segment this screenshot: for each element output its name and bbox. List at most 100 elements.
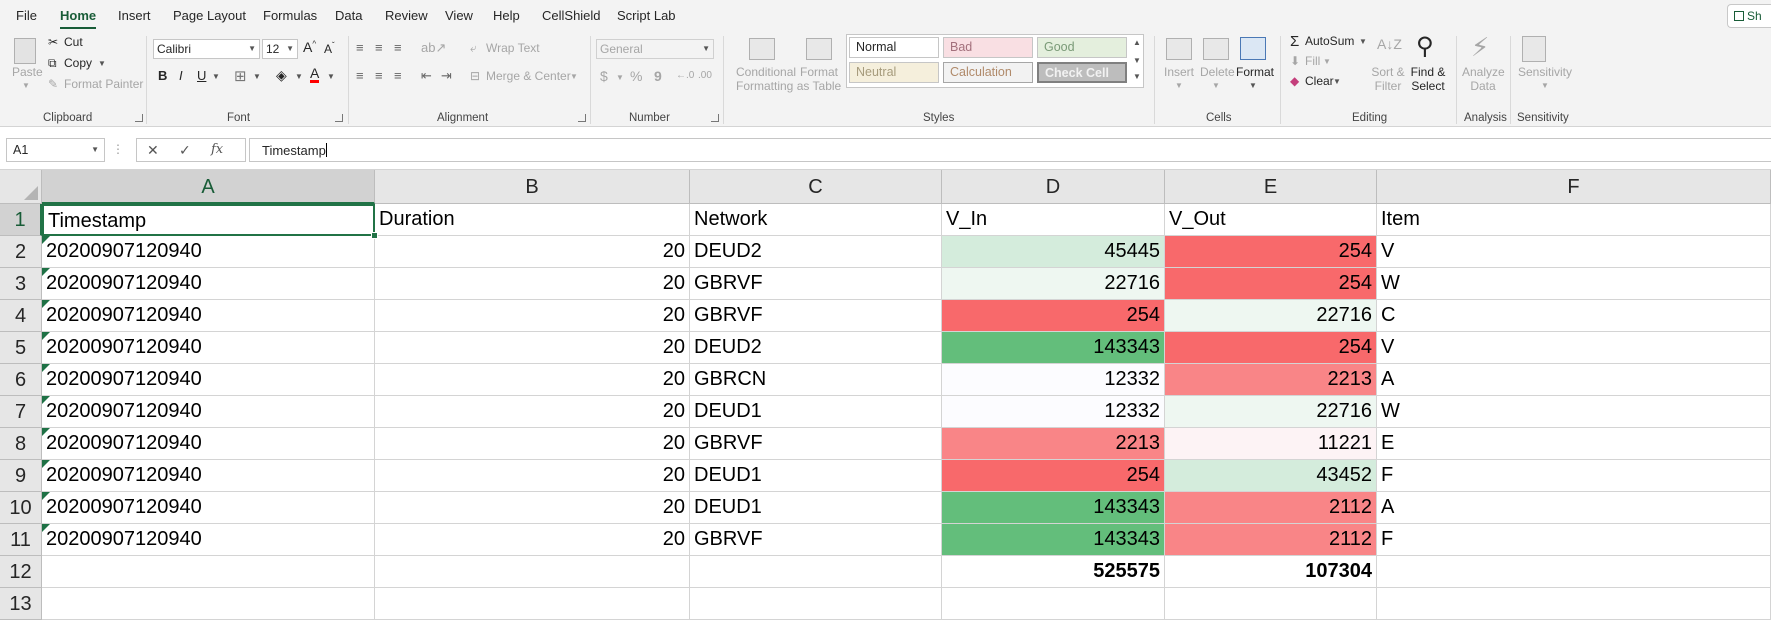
cell-d3[interactable]: 22716: [942, 268, 1165, 300]
insert-function-icon[interactable]: fx: [211, 142, 223, 157]
sensitivity-dropdown-icon[interactable]: ▼: [1541, 81, 1549, 90]
increase-decimal-icon[interactable]: ←.0: [676, 70, 694, 81]
cell-c1[interactable]: Network: [690, 204, 942, 236]
cell-e5[interactable]: 254: [1165, 332, 1377, 364]
cell-e7[interactable]: 22716: [1165, 396, 1377, 428]
cell-b6[interactable]: 20: [375, 364, 690, 396]
cell-b4[interactable]: 20: [375, 300, 690, 332]
paste-button[interactable]: Paste: [12, 65, 43, 79]
orientation-icon[interactable]: ab↗: [421, 40, 446, 56]
cell-a5[interactable]: 20200907120940: [42, 332, 375, 364]
cell-f8[interactable]: E: [1377, 428, 1771, 460]
cell-b10[interactable]: 20: [375, 492, 690, 524]
cell-c5[interactable]: DEUD2: [690, 332, 942, 364]
row-header-12[interactable]: 12: [0, 556, 42, 588]
analyze-data-button[interactable]: Analyze Data: [1462, 65, 1505, 93]
row-header-8[interactable]: 8: [0, 428, 42, 460]
paste-dropdown-icon[interactable]: ▼: [22, 81, 30, 90]
tab-page-layout[interactable]: Page Layout: [173, 8, 246, 23]
fill-color-icon[interactable]: ◈: [276, 67, 287, 84]
tab-insert[interactable]: Insert: [118, 8, 151, 23]
cell-c13[interactable]: [690, 588, 942, 620]
cell-a7[interactable]: 20200907120940: [42, 396, 375, 428]
cell-d11[interactable]: 143343: [942, 524, 1165, 556]
cell-c6[interactable]: GBRCN: [690, 364, 942, 396]
insert-dropdown-icon[interactable]: ▼: [1175, 81, 1183, 90]
delete-cells-button[interactable]: Delete: [1200, 65, 1235, 79]
column-header-e[interactable]: E: [1165, 170, 1377, 204]
cell-b2[interactable]: 20: [375, 236, 690, 268]
cell-f6[interactable]: A: [1377, 364, 1771, 396]
select-all-button[interactable]: [0, 170, 42, 204]
decrease-decimal-icon[interactable]: .00: [698, 70, 712, 81]
cell-f3[interactable]: W: [1377, 268, 1771, 300]
tab-script-lab[interactable]: Script Lab: [617, 8, 676, 23]
gallery-up-icon[interactable]: ▲: [1133, 38, 1141, 47]
tab-home[interactable]: Home: [60, 8, 97, 29]
merge-center-button[interactable]: Merge & Center: [486, 69, 571, 83]
cut-button[interactable]: Cut: [64, 35, 83, 49]
row-header-6[interactable]: 6: [0, 364, 42, 396]
column-header-c[interactable]: C: [690, 170, 942, 204]
font-dialog-launcher[interactable]: [335, 114, 343, 122]
cell-c10[interactable]: DEUD1: [690, 492, 942, 524]
format-painter-button[interactable]: Format Painter: [64, 77, 143, 91]
style-good[interactable]: Good: [1037, 37, 1127, 58]
cell-a13[interactable]: [42, 588, 375, 620]
cell-d8[interactable]: 2213: [942, 428, 1165, 460]
fill-handle[interactable]: [371, 232, 378, 239]
cell-a3[interactable]: 20200907120940: [42, 268, 375, 300]
currency-dropdown-icon[interactable]: ▼: [616, 73, 624, 82]
cell-e10[interactable]: 2112: [1165, 492, 1377, 524]
cell-b12[interactable]: [375, 556, 690, 588]
row-header-7[interactable]: 7: [0, 396, 42, 428]
format-dropdown-icon[interactable]: ▼: [1249, 81, 1257, 90]
row-header-2[interactable]: 2: [0, 236, 42, 268]
style-calculation[interactable]: Calculation: [943, 62, 1033, 83]
cell-b1[interactable]: Duration: [375, 204, 690, 236]
cell-e8[interactable]: 11221: [1165, 428, 1377, 460]
clear-dropdown-icon[interactable]: ▼: [1333, 77, 1341, 86]
fill-color-dropdown-icon[interactable]: ▼: [295, 72, 303, 81]
format-cells-button[interactable]: Format: [1236, 65, 1274, 79]
alignment-dialog-launcher[interactable]: [578, 114, 586, 122]
row-header-5[interactable]: 5: [0, 332, 42, 364]
cell-e9[interactable]: 43452: [1165, 460, 1377, 492]
cell-e4[interactable]: 22716: [1165, 300, 1377, 332]
wrap-text-button[interactable]: Wrap Text: [486, 41, 540, 55]
row-header-3[interactable]: 3: [0, 268, 42, 300]
align-right-icon[interactable]: ≡: [394, 68, 402, 83]
gallery-down-icon[interactable]: ▼: [1133, 56, 1141, 65]
merge-center-dropdown-icon[interactable]: ▼: [570, 72, 578, 81]
row-header-9[interactable]: 9: [0, 460, 42, 492]
sort-filter-button[interactable]: Sort & Filter: [1370, 65, 1406, 93]
cell-b9[interactable]: 20: [375, 460, 690, 492]
cell-f11[interactable]: F: [1377, 524, 1771, 556]
align-left-icon[interactable]: ≡: [356, 68, 364, 83]
cell-f7[interactable]: W: [1377, 396, 1771, 428]
align-bottom-icon[interactable]: ≡: [394, 40, 402, 55]
clipboard-dialog-launcher[interactable]: [135, 114, 143, 122]
cell-a12[interactable]: [42, 556, 375, 588]
gallery-more-icon[interactable]: ▼: [1133, 72, 1141, 81]
increase-indent-icon[interactable]: ⇥: [441, 68, 452, 84]
align-top-icon[interactable]: ≡: [356, 40, 364, 55]
cell-f9[interactable]: F: [1377, 460, 1771, 492]
cell-b8[interactable]: 20: [375, 428, 690, 460]
cell-d9[interactable]: 254: [942, 460, 1165, 492]
cell-c8[interactable]: GBRVF: [690, 428, 942, 460]
number-format-select[interactable]: General ▼: [596, 39, 714, 59]
align-center-icon[interactable]: ≡: [375, 68, 383, 83]
comma-button[interactable]: 9: [654, 68, 662, 84]
cell-b11[interactable]: 20: [375, 524, 690, 556]
cell-a9[interactable]: 20200907120940: [42, 460, 375, 492]
column-header-b[interactable]: B: [375, 170, 690, 204]
cancel-icon[interactable]: ✕: [147, 142, 159, 159]
percent-button[interactable]: %: [630, 68, 642, 84]
underline-dropdown-icon[interactable]: ▼: [212, 72, 220, 81]
insert-cells-button[interactable]: Insert: [1164, 65, 1194, 79]
cell-b13[interactable]: [375, 588, 690, 620]
column-header-f[interactable]: F: [1377, 170, 1771, 204]
row-header-13[interactable]: 13: [0, 588, 42, 620]
borders-icon[interactable]: ⊞: [234, 67, 247, 85]
